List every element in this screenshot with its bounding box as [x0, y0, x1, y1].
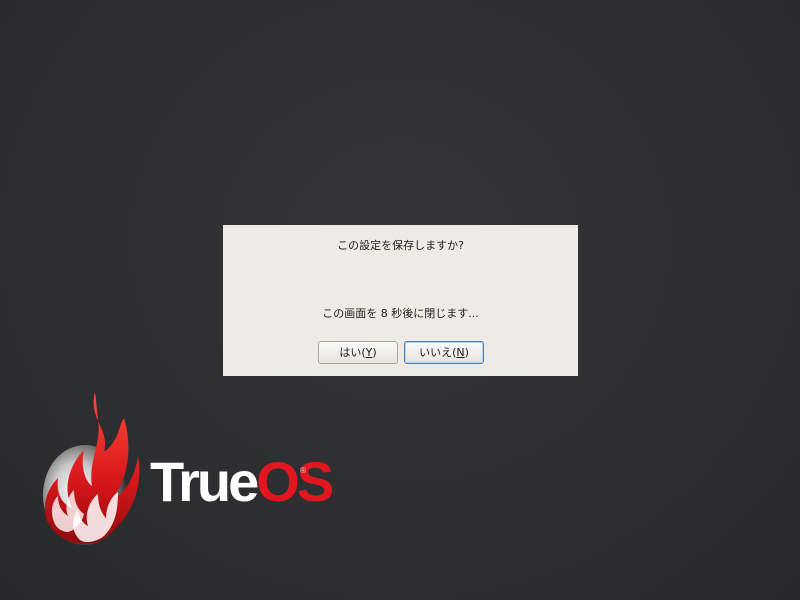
- trueos-wordmark: TrueOS: [150, 454, 334, 510]
- no-button[interactable]: いいえ(N): [404, 341, 484, 364]
- save-settings-dialog: この設定を保存しますか? この画面を 8 秒後に閉じます... はい(Y) いい…: [223, 225, 578, 376]
- yes-button[interactable]: はい(Y): [318, 341, 398, 364]
- yes-button-suffix: ): [372, 346, 377, 359]
- dialog-countdown: この画面を 8 秒後に閉じます...: [322, 307, 479, 320]
- no-button-label: いいえ(: [419, 346, 457, 359]
- wordmark-true: True: [150, 450, 259, 513]
- no-button-mnemonic: N: [456, 346, 465, 359]
- registered-mark: ®: [299, 466, 307, 475]
- no-button-suffix: ): [464, 346, 469, 359]
- wordmark-os: OS: [256, 450, 334, 513]
- dialog-question: この設定を保存しますか?: [337, 239, 464, 252]
- yes-button-label: はい(: [339, 346, 366, 359]
